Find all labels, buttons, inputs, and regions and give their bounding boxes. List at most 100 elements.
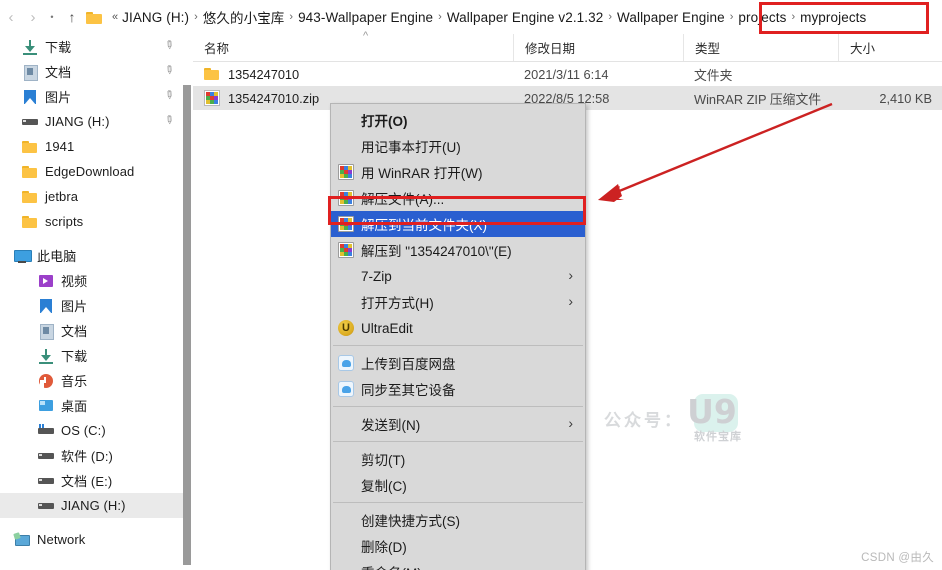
breadcrumb-separator[interactable]: ›	[284, 11, 298, 23]
pin-icon[interactable]: ✎	[161, 63, 177, 79]
file-name-cell: 1354247010	[193, 66, 513, 82]
document-icon	[22, 64, 38, 81]
breadcrumb-item-4[interactable]: Wallpaper Engine	[617, 10, 725, 25]
sidebar-item-music[interactable]: 音乐	[0, 368, 184, 393]
chevron-right-icon: ›	[568, 267, 573, 283]
sidebar-item-label: Network	[37, 532, 86, 547]
sidebar-item-edgedownload[interactable]: EdgeDownload	[0, 159, 184, 184]
sidebar-item-jiang-h-pc[interactable]: JIANG (H:)	[0, 493, 184, 518]
column-header-size[interactable]: 大小	[838, 34, 942, 61]
sidebar-item-jetbra[interactable]: jetbra	[0, 184, 184, 209]
desktop-icon	[38, 398, 54, 414]
sidebar-scrollbar[interactable]	[183, 85, 191, 565]
menu-item-label: 解压到当前文件夹(X)	[361, 218, 487, 233]
menu-item-copy[interactable]: 复制(C)	[331, 472, 585, 498]
breadcrumb-item-6[interactable]: myprojects	[800, 10, 866, 25]
pin-icon[interactable]: ✎	[161, 88, 177, 104]
menu-item-open-with-notepad[interactable]: 用记事本打开(U)	[331, 133, 585, 159]
menu-item-ultraedit[interactable]: UltraEdit	[331, 315, 585, 341]
download-icon	[38, 348, 54, 364]
breadcrumb-separator[interactable]: ›	[725, 11, 739, 23]
sidebar-item-desktop[interactable]: 桌面	[0, 393, 184, 418]
sidebar-item-documents-pc[interactable]: 文档	[0, 318, 184, 343]
sidebar-item-downloads-pc[interactable]: 下载	[0, 343, 184, 368]
recent-locations-icon[interactable]: •	[44, 2, 60, 32]
menu-item-cut[interactable]: 剪切(T)	[331, 446, 585, 472]
pin-icon[interactable]: ✎	[161, 113, 177, 129]
navigation-sidebar[interactable]: 下载 ✎ 文档 ✎ 图片 ✎ JIANG (H:) ✎ 1941 EdgeDow…	[0, 34, 184, 570]
sidebar-item-this-pc[interactable]: 此电脑	[0, 243, 184, 268]
menu-item-send-to[interactable]: 发送到(N) ›	[331, 411, 585, 437]
menu-item-extract-here[interactable]: 解压到当前文件夹(X)	[331, 211, 585, 237]
file-type-cell: WinRAR ZIP 压缩文件	[694, 91, 822, 107]
winrar-icon	[338, 190, 354, 206]
sidebar-item-label: jetbra	[45, 189, 79, 204]
sidebar-item-downloads[interactable]: 下载 ✎	[0, 34, 184, 59]
baidu-sync-icon	[338, 381, 354, 397]
file-size-cell: 2,410 KB	[879, 90, 932, 106]
column-header-type[interactable]: 类型	[683, 34, 838, 61]
menu-item-create-shortcut[interactable]: 创建快捷方式(S)	[331, 507, 585, 533]
sidebar-item-pictures[interactable]: 图片 ✎	[0, 84, 184, 109]
menu-item-7zip[interactable]: 7-Zip ›	[331, 263, 585, 289]
sidebar-item-1941[interactable]: 1941	[0, 134, 184, 159]
menu-item-label: 删除(D)	[361, 540, 407, 555]
menu-item-label: 发送到(N)	[361, 418, 421, 433]
drive-icon	[22, 114, 38, 130]
menu-item-rename[interactable]: 重命名(M)	[331, 559, 585, 570]
table-row[interactable]: 1354247010 2021/3/11 6:14 文件夹	[193, 62, 942, 86]
sidebar-item-label: JIANG (H:)	[61, 498, 126, 513]
menu-item-label: 同步至其它设备	[361, 383, 456, 398]
pin-icon[interactable]: ✎	[161, 38, 177, 54]
sidebar-item-os-c[interactable]: OS (C:)	[0, 418, 184, 443]
winrar-archive-icon	[204, 90, 220, 106]
drive-icon	[38, 498, 54, 514]
menu-item-label: 解压文件(A)...	[361, 192, 445, 207]
sidebar-item-documents-e[interactable]: 文档 (E:)	[0, 468, 184, 493]
breadcrumb-item-1[interactable]: 悠久的小宝库	[203, 7, 285, 27]
menu-item-open[interactable]: 打开(O)	[331, 107, 585, 133]
menu-item-open-with-winrar[interactable]: 用 WinRAR 打开(W)	[331, 159, 585, 185]
baidu-netdisk-icon	[338, 355, 354, 371]
breadcrumb-separator[interactable]: ›	[189, 11, 203, 23]
folder-icon	[204, 66, 220, 82]
sidebar-item-videos[interactable]: 视频	[0, 268, 184, 293]
ultraedit-icon	[338, 320, 354, 336]
menu-item-extract-files[interactable]: 解压文件(A)...	[331, 185, 585, 211]
menu-item-open-with[interactable]: 打开方式(H) ›	[331, 289, 585, 315]
sidebar-item-documents[interactable]: 文档 ✎	[0, 59, 184, 84]
breadcrumb-item-5[interactable]: projects	[738, 10, 786, 25]
menu-item-label: 解压到 "1354247010\"(E)	[361, 244, 512, 259]
drive-icon	[38, 448, 54, 464]
menu-item-label: UltraEdit	[361, 320, 413, 336]
breadcrumb-item-0[interactable]: JIANG (H:)	[122, 10, 189, 25]
csdn-watermark: CSDN @由久	[861, 552, 934, 564]
menu-item-extract-to-folder[interactable]: 解压到 "1354247010\"(E)	[331, 237, 585, 263]
this-pc-icon	[14, 248, 32, 264]
folder-icon	[22, 164, 38, 180]
pictures-icon	[22, 89, 38, 105]
breadcrumb-item-2[interactable]: 943-Wallpaper Engine	[298, 10, 433, 25]
column-header-name[interactable]: 名称	[193, 34, 513, 61]
breadcrumb-item-3[interactable]: Wallpaper Engine v2.1.32	[447, 10, 604, 25]
forward-icon[interactable]: ›	[22, 2, 44, 32]
menu-item-delete[interactable]: 删除(D)	[331, 533, 585, 559]
back-icon[interactable]: ‹	[0, 2, 22, 32]
sidebar-item-scripts[interactable]: scripts	[0, 209, 184, 234]
up-icon[interactable]: ↑	[60, 2, 84, 32]
sidebar-item-network[interactable]: Network	[0, 527, 184, 552]
sidebar-item-pictures-pc[interactable]: 图片	[0, 293, 184, 318]
breadcrumb-separator[interactable]: ›	[433, 11, 447, 23]
folder-icon	[22, 214, 38, 230]
breadcrumb-separator[interactable]: ›	[786, 11, 800, 23]
music-icon	[38, 373, 54, 389]
column-header-date[interactable]: 修改日期	[513, 34, 683, 61]
menu-item-sync-devices[interactable]: 同步至其它设备	[331, 376, 585, 402]
folder-icon	[86, 11, 103, 24]
sidebar-item-software-d[interactable]: 软件 (D:)	[0, 443, 184, 468]
breadcrumb-root-separator: «	[112, 11, 119, 23]
breadcrumb-separator[interactable]: ›	[603, 11, 617, 23]
context-menu[interactable]: 打开(O) 用记事本打开(U) 用 WinRAR 打开(W) 解压文件(A)..…	[330, 103, 586, 570]
menu-item-upload-baidu[interactable]: 上传到百度网盘	[331, 350, 585, 376]
sidebar-item-jiang-h[interactable]: JIANG (H:) ✎	[0, 109, 184, 134]
